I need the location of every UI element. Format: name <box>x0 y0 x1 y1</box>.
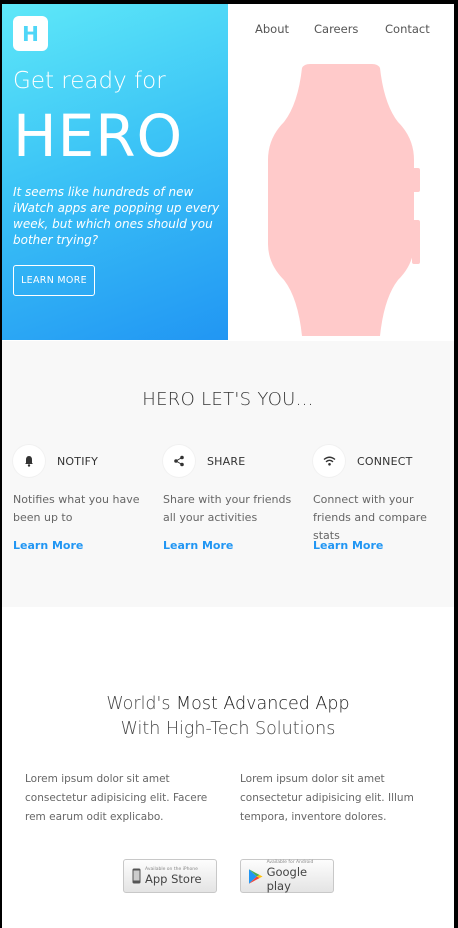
app-store-button[interactable]: Available on the iPhone App Store <box>123 859 217 893</box>
hero-tagline: It seems like hundreds of new iWatch app… <box>13 185 220 247</box>
hero-pretitle: Get ready for <box>13 68 166 94</box>
app-text-left: Lorem ipsum dolor sit amet consectetur a… <box>25 773 208 823</box>
app-heading-line2: With High-Tech Solutions <box>120 719 336 739</box>
nav-contact[interactable]: Contact <box>385 22 430 36</box>
feature-desc: Connect with your friends and compare st… <box>313 493 427 542</box>
google-play-icon <box>249 868 263 884</box>
feature-learn-more-link[interactable]: Learn More <box>13 539 83 552</box>
app-store-label: App Store <box>145 871 202 886</box>
share-icon <box>163 445 195 477</box>
hero-section: H Get ready for HERO It seems like hundr… <box>2 4 454 340</box>
feature-desc: Share with your friends all your activit… <box>163 493 292 524</box>
watch-illustration <box>268 64 420 336</box>
features-section: HERO LET'S YOU... NOTIFY Notifies what y… <box>2 341 454 607</box>
feature-learn-more-link[interactable]: Learn More <box>163 539 233 552</box>
feature-desc: Notifies what you have been up to <box>13 493 140 524</box>
hero-title: HERO <box>13 102 184 170</box>
wifi-icon <box>313 445 345 477</box>
feature-name: SHARE <box>207 455 246 468</box>
feature-name: NOTIFY <box>57 455 99 468</box>
iphone-icon <box>132 868 141 884</box>
google-play-button[interactable]: Available for Android Google play <box>240 859 334 893</box>
feature-learn-more-link[interactable]: Learn More <box>313 539 383 552</box>
app-heading-strong: Most Advanced App <box>176 694 350 714</box>
bell-icon <box>13 445 45 477</box>
nav-about[interactable]: About <box>255 22 289 36</box>
logo[interactable]: H <box>13 16 48 51</box>
feature-name: CONNECT <box>357 455 413 468</box>
nav-careers[interactable]: Careers <box>314 22 358 36</box>
google-play-label: Google play <box>266 864 308 893</box>
app-text-right: Lorem ipsum dolor sit amet consectetur a… <box>240 773 414 823</box>
features-heading: HERO LET'S YOU... <box>142 389 314 410</box>
hero-panel: H Get ready for HERO It seems like hundr… <box>2 4 228 340</box>
learn-more-button[interactable]: LEARN MORE <box>13 265 95 296</box>
app-heading-pre: World's <box>106 694 177 714</box>
app-heading: World's Most Advanced App With High-Tech… <box>2 692 454 742</box>
page: H Get ready for HERO It seems like hundr… <box>2 4 454 928</box>
